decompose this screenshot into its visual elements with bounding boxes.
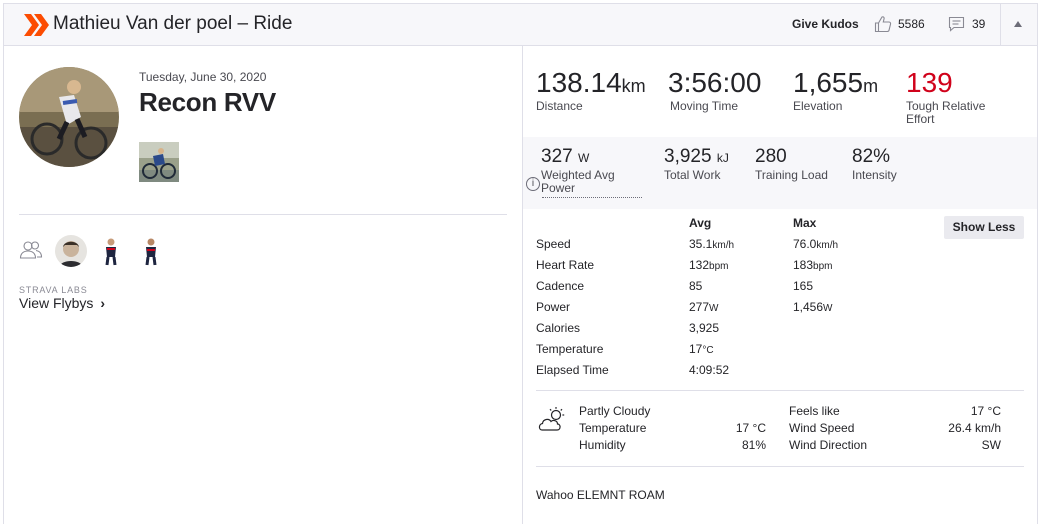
give-kudos-link[interactable]: Give Kudos [792, 17, 859, 31]
max-column-header: Max [793, 216, 817, 230]
wind-speed-value: 26.4 km/h [948, 421, 1001, 435]
weighted-avg-power-value: 327 W [541, 146, 590, 167]
details-divider [536, 390, 1024, 391]
moving-time-value: 3:56:00 [668, 67, 762, 98]
total-work-value: 3,925 kJ [664, 146, 729, 167]
column-divider [522, 46, 523, 524]
relative-effort-value[interactable]: 139 [906, 69, 953, 97]
group-activity-icon [19, 241, 43, 259]
row-label: Power [536, 300, 571, 314]
weather-humidity-value: 81% [741, 438, 766, 452]
total-work-label: Total Work [664, 168, 721, 182]
show-less-button[interactable]: Show Less [944, 216, 1024, 239]
feels-like-value: 17 °C [970, 404, 1001, 418]
info-icon[interactable]: i [526, 177, 540, 191]
row-avg: 3,925 [689, 321, 720, 335]
row-avg: 132bpm [689, 258, 729, 272]
thumbs-up-icon[interactable] [874, 15, 892, 33]
group-athlete-avatar[interactable] [55, 235, 87, 267]
activity-name: Recon RVV [139, 87, 276, 117]
wind-direction-label: Wind Direction [789, 438, 868, 452]
row-label: Cadence [536, 279, 585, 293]
moving-time-label: Moving Time [670, 99, 739, 113]
wind-speed-label: Wind Speed [789, 421, 855, 435]
training-load-label[interactable]: Training Load [755, 169, 828, 182]
collapse-caret-icon[interactable] [1014, 21, 1022, 27]
view-flybys-label[interactable]: View Flybys [19, 295, 93, 311]
training-load-value: 280 [755, 146, 787, 167]
weather-humidity-label: Humidity [579, 438, 626, 452]
row-avg: 35.1km/h [689, 237, 735, 251]
row-avg: 85 [689, 279, 703, 293]
activity-title: Mathieu Van der poel – Ride [53, 13, 293, 34]
weather-divider [536, 466, 1024, 467]
weather-temperature-value: 17 °C [735, 421, 766, 435]
weather-condition: Partly Cloudy [579, 404, 651, 418]
partly-cloudy-icon [538, 407, 565, 431]
row-label: Temperature [536, 342, 604, 356]
row-avg: 17°C [689, 342, 714, 356]
strava-chevrons-icon [24, 14, 49, 36]
row-label: Speed [536, 237, 571, 251]
row-max: 1,456W [793, 300, 833, 314]
row-max: 76.0km/h [793, 237, 839, 251]
row-avg: 4:09:52 [689, 363, 730, 377]
intensity-label: Intensity [852, 168, 897, 182]
elevation-value: 1,655m [793, 67, 879, 98]
kudos-count[interactable]: 5586 [898, 17, 925, 31]
row-label: Heart Rate [536, 258, 595, 272]
athlete-avatar[interactable] [19, 67, 119, 167]
elevation-label: Elevation [793, 99, 843, 113]
activity-header: Mathieu Van der poel – Ride Give Kudos 5… [4, 4, 1037, 46]
group-athlete-avatar[interactable] [95, 235, 127, 267]
weighted-avg-power-label[interactable]: Weighted Avg Power [541, 169, 615, 195]
weather-temperature-label: Temperature [579, 421, 647, 435]
distance-label: Distance [536, 99, 583, 113]
header-divider [1000, 4, 1001, 45]
view-flybys-link[interactable]: View Flybys › [19, 295, 105, 311]
comment-count[interactable]: 39 [972, 17, 985, 31]
feels-like-label: Feels like [789, 404, 840, 418]
intensity-value: 82% [852, 146, 891, 167]
activity-photo-thumbnail[interactable] [139, 142, 179, 182]
weighted-power-underline [542, 197, 642, 198]
row-label: Elapsed Time [536, 363, 609, 377]
activity-date: Tuesday, June 30, 2020 [139, 70, 267, 84]
comment-icon[interactable] [948, 16, 965, 32]
left-divider [19, 214, 507, 215]
row-max: 165 [793, 279, 814, 293]
distance-value: 138.14km [536, 67, 646, 98]
strava-labs-label: STRAVA LABS [19, 285, 88, 295]
avg-column-header: Avg [689, 216, 712, 230]
group-athlete-avatar[interactable] [135, 235, 167, 267]
row-max: 183bpm [793, 258, 833, 272]
activity-card: Mathieu Van der poel – Ride Give Kudos 5… [3, 3, 1038, 524]
row-label: Calories [536, 321, 581, 335]
device-name: Wahoo ELEMNT ROAM [536, 488, 665, 502]
row-avg: 277W [689, 300, 719, 314]
wind-direction-value: SW [981, 438, 1001, 452]
chevron-right-icon: › [100, 295, 105, 311]
relative-effort-label[interactable]: Tough Relative Effort [906, 100, 985, 126]
